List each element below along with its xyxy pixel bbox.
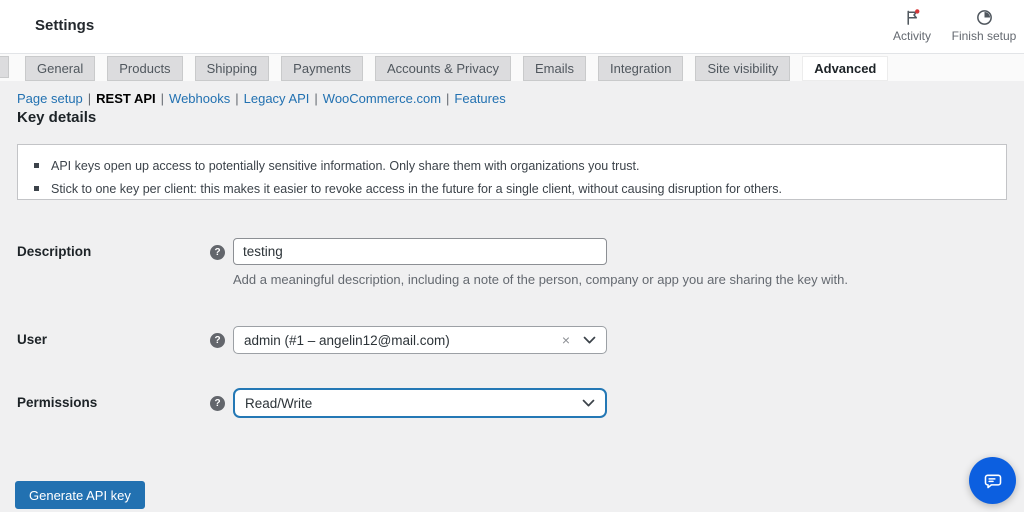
tab-integration[interactable]: Integration <box>598 56 683 81</box>
speech-bubble-icon <box>982 470 1004 492</box>
generate-api-key-button[interactable]: Generate API key <box>15 481 145 509</box>
subnav-rest-api-current: REST API <box>96 91 155 106</box>
subnav-features[interactable]: Features <box>454 91 505 106</box>
top-header: Settings Activity Finish setup <box>0 0 1024 54</box>
chevron-down-icon <box>582 399 595 408</box>
subnav-legacy-api[interactable]: Legacy API <box>244 91 310 106</box>
subnav-separator: | <box>446 91 449 106</box>
permissions-select[interactable]: Read/Write <box>233 388 607 418</box>
permissions-label: Permissions <box>17 395 97 410</box>
activity-button[interactable]: Activity <box>880 8 944 43</box>
activity-flag-icon <box>880 8 944 27</box>
chat-widget-button[interactable] <box>969 457 1016 504</box>
subnav-separator: | <box>88 91 91 106</box>
subnav-separator: | <box>314 91 317 106</box>
description-label: Description <box>17 244 91 259</box>
notice-text-1: API keys open up access to potentially s… <box>51 159 640 173</box>
tab-accounts-privacy[interactable]: Accounts & Privacy <box>375 56 511 81</box>
subnav-woocommerce-com[interactable]: WooCommerce.com <box>323 91 441 106</box>
tab-strip-left-stub <box>0 56 9 78</box>
activity-label: Activity <box>893 29 931 43</box>
subnav-separator: | <box>235 91 238 106</box>
settings-tab-strip: General Products Shipping Payments Accou… <box>0 54 1024 81</box>
advanced-subnav: Page setup | REST API | Webhooks | Legacy API |… <box>17 91 506 106</box>
page-title-settings: Settings <box>35 17 94 34</box>
settings-tabs: General Products Shipping Payments Accou… <box>25 56 888 81</box>
user-label: User <box>17 332 47 347</box>
notice-line-1: API keys open up access to potentially s… <box>34 154 990 177</box>
notice-line-2: Stick to one key per client: this makes … <box>34 177 990 200</box>
finish-setup-label: Finish setup <box>952 29 1017 43</box>
tab-shipping[interactable]: Shipping <box>195 56 270 81</box>
description-input[interactable] <box>233 238 607 265</box>
user-select-value: admin (#1 – angelin12@mail.com) <box>244 333 562 348</box>
chevron-down-icon <box>583 336 596 345</box>
tab-products[interactable]: Products <box>107 56 182 81</box>
tab-general[interactable]: General <box>25 56 95 81</box>
subnav-separator: | <box>161 91 164 106</box>
tab-payments[interactable]: Payments <box>281 56 363 81</box>
tab-emails[interactable]: Emails <box>523 56 586 81</box>
user-select[interactable]: admin (#1 – angelin12@mail.com) × <box>233 326 607 354</box>
user-help-icon[interactable]: ? <box>210 333 225 348</box>
notice-text-2: Stick to one key per client: this makes … <box>51 182 782 196</box>
permissions-select-value: Read/Write <box>245 396 582 411</box>
permissions-help-icon[interactable]: ? <box>210 396 225 411</box>
progress-clock-icon <box>944 8 1024 27</box>
key-details-heading: Key details <box>17 109 96 126</box>
square-bullet-icon <box>34 186 39 191</box>
finish-setup-button[interactable]: Finish setup <box>944 8 1024 43</box>
square-bullet-icon <box>34 163 39 168</box>
subnav-page-setup[interactable]: Page setup <box>17 91 83 106</box>
subnav-webhooks[interactable]: Webhooks <box>169 91 230 106</box>
api-keys-notice: API keys open up access to potentially s… <box>17 144 1007 200</box>
description-help-icon[interactable]: ? <box>210 245 225 260</box>
tab-site-visibility[interactable]: Site visibility <box>695 56 790 81</box>
tab-advanced[interactable]: Advanced <box>802 56 888 81</box>
clear-selection-icon[interactable]: × <box>562 333 570 347</box>
description-helper-text: Add a meaningful description, including … <box>233 272 913 287</box>
